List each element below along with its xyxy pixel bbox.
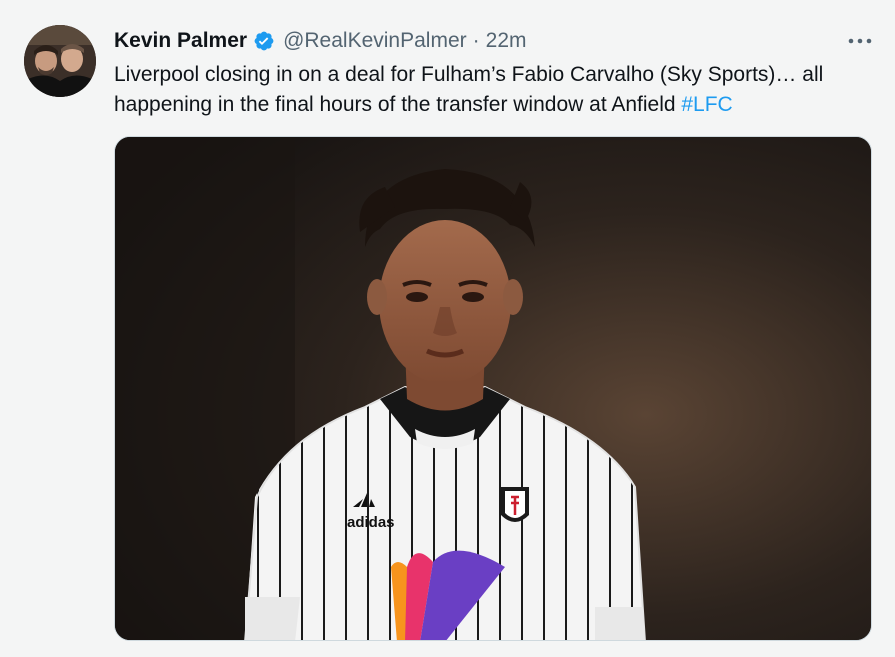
player-photo: adidas — [115, 137, 871, 640]
verified-badge-icon — [253, 30, 275, 52]
hashtag-link[interactable]: #LFC — [681, 93, 732, 116]
kit-brand-text: adidas — [347, 514, 395, 531]
tweet-header: Kevin Palmer @RealKevinPalmer · 22m — [114, 27, 875, 55]
tweet-photo[interactable]: adidas — [114, 136, 872, 641]
more-dots-icon[interactable] — [843, 30, 877, 52]
tweet-timestamp[interactable]: 22m — [486, 27, 527, 55]
author-name[interactable]: Kevin Palmer — [114, 27, 247, 55]
header-separator: · — [472, 29, 480, 52]
tweet-text: Liverpool closing in on a deal for Fulha… — [114, 60, 884, 120]
author-handle[interactable]: @RealKevinPalmer — [283, 27, 467, 55]
tweet-card[interactable]: Kevin Palmer @RealKevinPalmer · 22m Live… — [0, 0, 895, 657]
avatar[interactable] — [24, 25, 96, 97]
avatar-image — [24, 25, 96, 97]
